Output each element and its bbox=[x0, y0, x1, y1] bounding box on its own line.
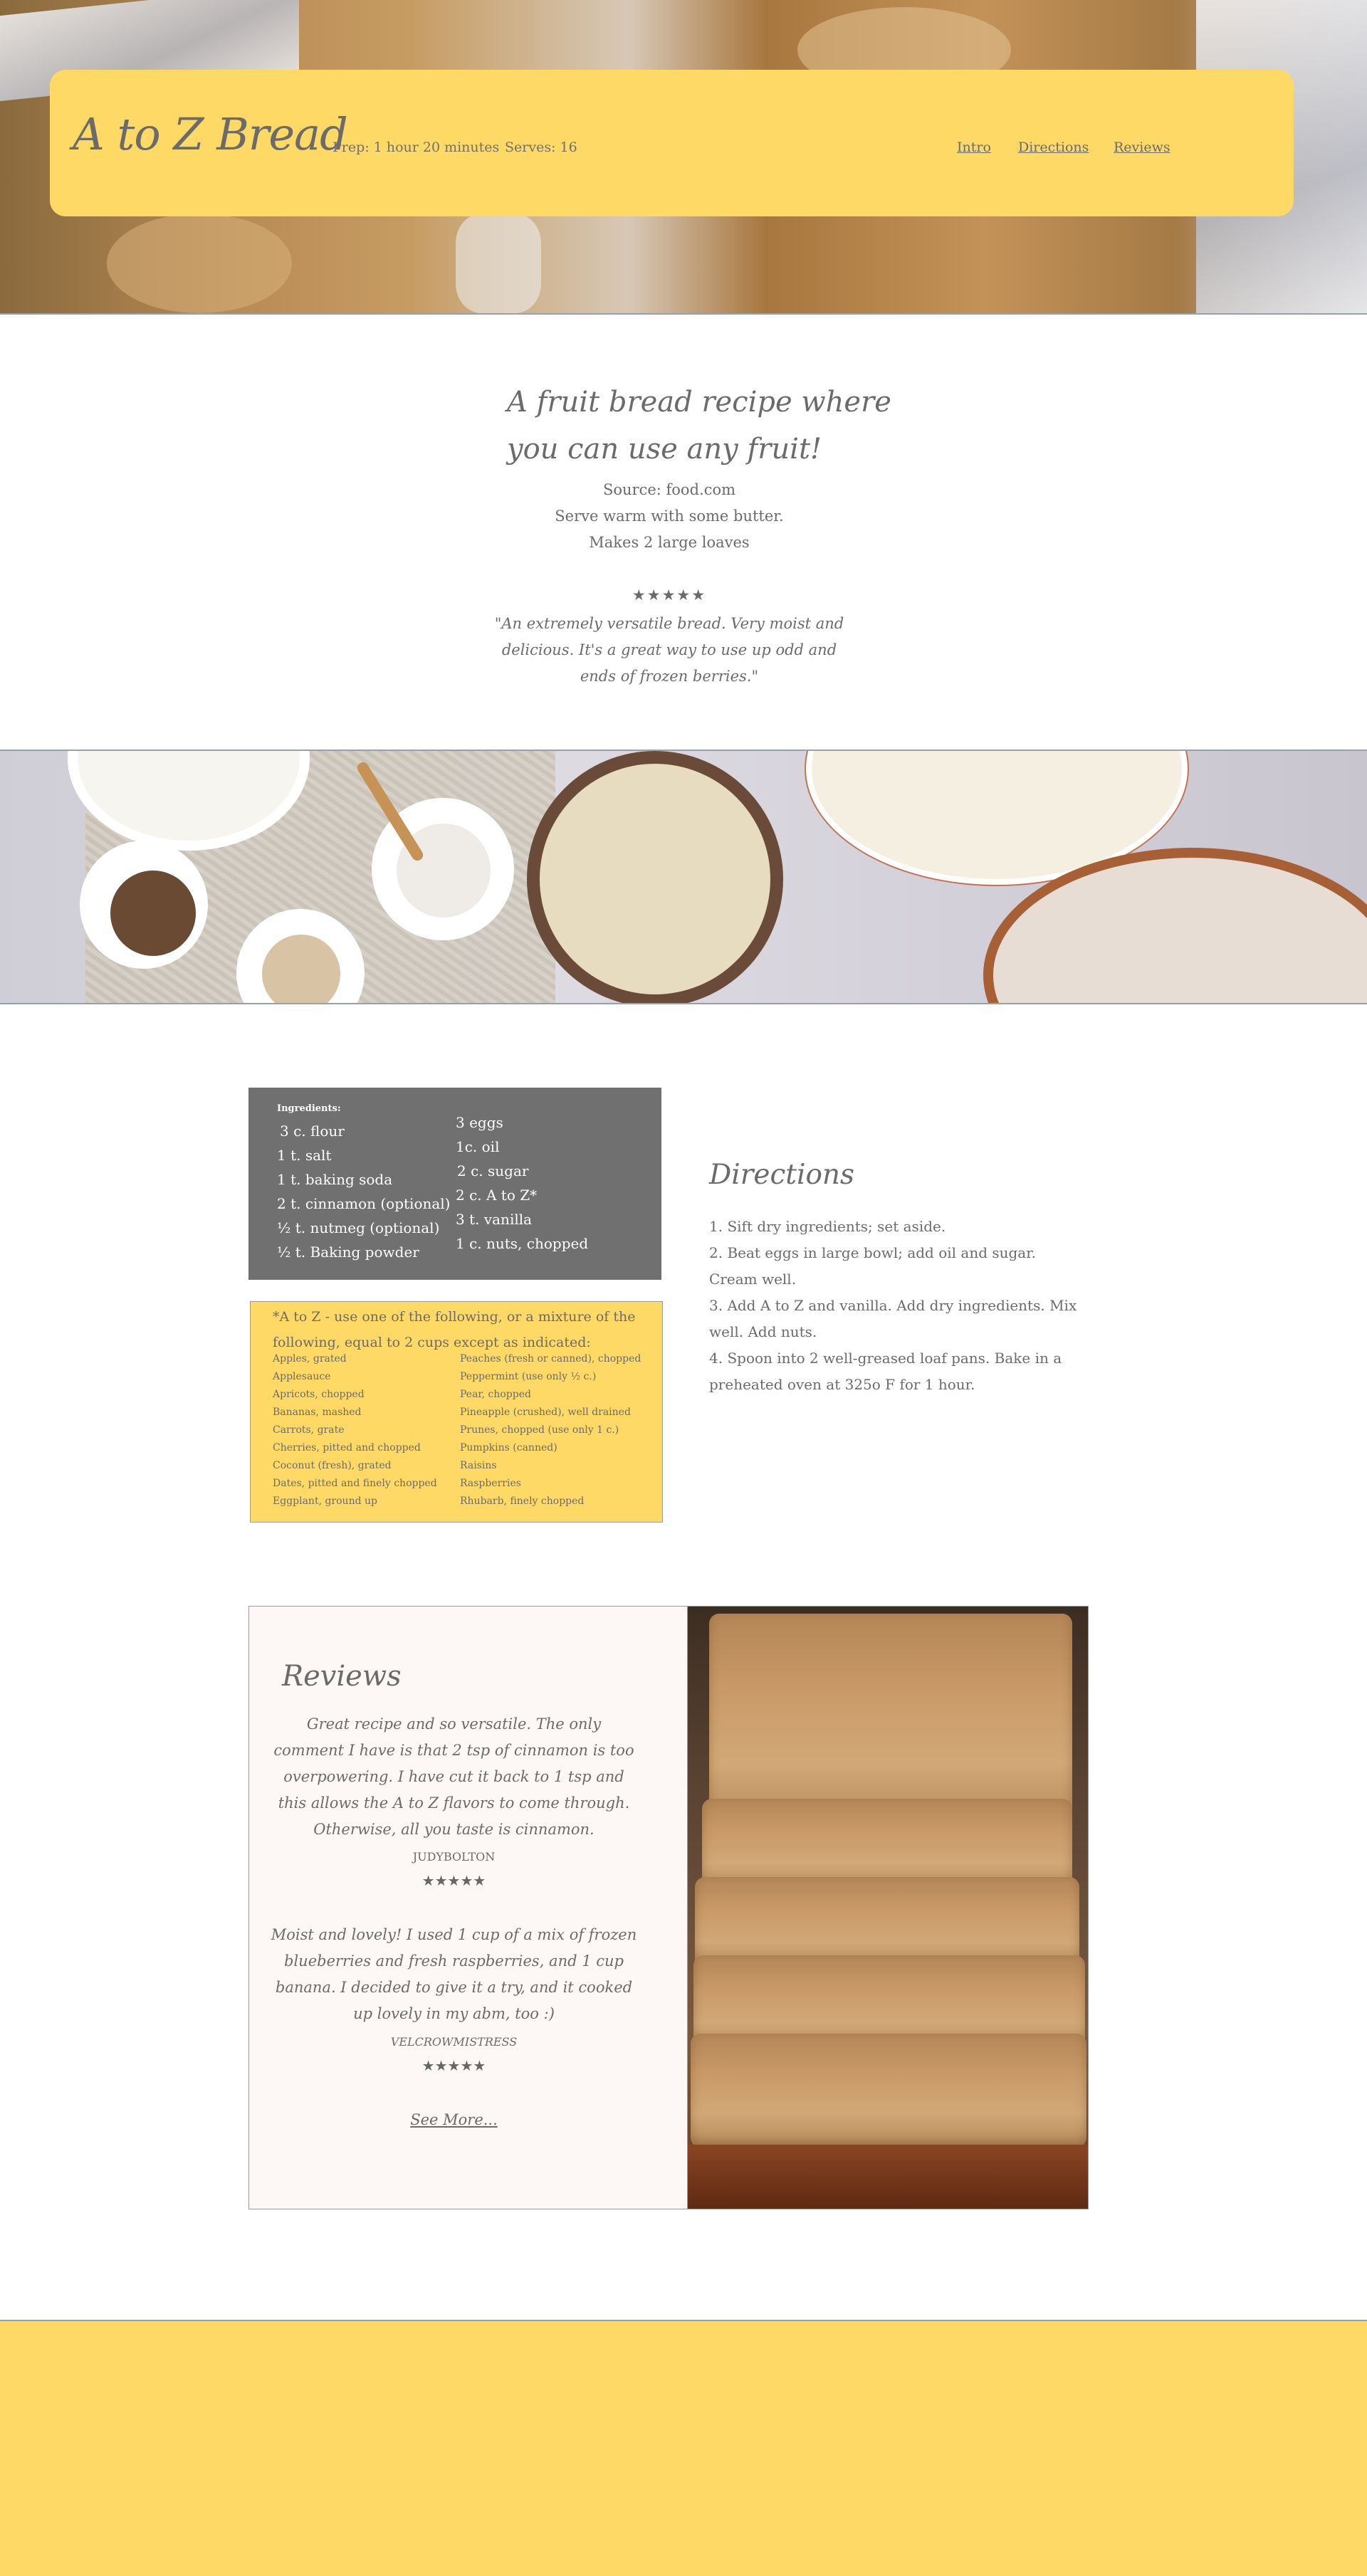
nav-directions-link[interactable]: Directions bbox=[1018, 140, 1089, 155]
ingredient-item: 2 c. sugar bbox=[457, 1162, 529, 1179]
review-author: JUDYBOLTON bbox=[412, 1850, 496, 1863]
review-stars: ★★★★★ bbox=[421, 1872, 486, 1889]
ingredient-item: 3 c. flour bbox=[280, 1123, 345, 1140]
site-title: A to Z Bread bbox=[73, 108, 348, 160]
direction-step: 2. Beat eggs in large bowl; add oil and … bbox=[709, 1244, 1036, 1288]
review-text: Great recipe and so versatile. The only … bbox=[273, 1715, 634, 1838]
fruit-option: Raspberries bbox=[460, 1478, 521, 1489]
bread-slice bbox=[691, 2034, 1086, 2147]
whole-wheat-flour-bowl bbox=[993, 858, 1367, 1003]
review-author: VELCROWMISTRESS bbox=[390, 2035, 518, 2049]
ingredient-item: ½ t. Baking powder bbox=[277, 1244, 419, 1261]
ingredients-bowls-image bbox=[0, 750, 1367, 1004]
fruit-option: Applesauce bbox=[273, 1371, 331, 1382]
fruit-option: Apples, grated bbox=[273, 1353, 347, 1365]
prep-time: Prep: 1 hour 20 minutes bbox=[332, 140, 500, 155]
batter bbox=[540, 764, 770, 994]
nav-reviews-link[interactable]: Reviews bbox=[1114, 140, 1170, 155]
ingredient-item: 1 t. baking soda bbox=[277, 1171, 393, 1188]
footer bbox=[0, 2320, 1367, 2576]
direction-step: 1. Sift dry ingredients; set aside. bbox=[709, 1218, 946, 1235]
fruit-option: Cherries, pitted and chopped bbox=[273, 1442, 421, 1453]
fruit-option: Apricots, chopped bbox=[273, 1389, 365, 1400]
caraway-seeds bbox=[110, 871, 196, 956]
intro-quote: "An extremely versatile bread. Very mois… bbox=[494, 615, 844, 685]
fruit-option: Carrots, grate bbox=[273, 1424, 345, 1436]
ingredient-item: 2 t. cinnamon (optional) bbox=[277, 1195, 451, 1212]
directions-heading: Directions bbox=[709, 1159, 855, 1191]
fruit-option: Peppermint (use only ½ c.) bbox=[460, 1371, 597, 1382]
fruit-option: Prunes, chopped (use only 1 c.) bbox=[460, 1424, 619, 1436]
fruit-option: Pineapple (crushed), well drained bbox=[460, 1407, 631, 1418]
intro-heading-line: A fruit bread recipe where bbox=[507, 386, 891, 419]
intro-heading: A fruit bread recipe where you can use a… bbox=[507, 379, 906, 473]
ingredient-item: 3 eggs bbox=[456, 1114, 503, 1131]
direction-step: 4. Spoon into 2 well-greased loaf pans. … bbox=[709, 1350, 1062, 1393]
a-to-z-intro: *A to Z - use one of the following, or a… bbox=[273, 1309, 636, 1350]
see-more-reviews-link[interactable]: See More... bbox=[271, 2111, 637, 2128]
serving-suggestion: Serve warm with some butter. bbox=[555, 508, 784, 525]
fruit-option: Raisins bbox=[460, 1460, 497, 1471]
fruit-option: Eggplant, ground up bbox=[273, 1495, 377, 1507]
review-stars: ★★★★★ bbox=[421, 2057, 486, 2074]
flour-bowl bbox=[812, 751, 1182, 879]
bread-loaf bbox=[709, 1614, 1072, 1827]
fruit-option: Coconut (fresh), grated bbox=[273, 1460, 392, 1471]
review-text: Moist and lovely! I used 1 cup of a mix … bbox=[271, 1926, 637, 2022]
ingredient-item: 1 c. nuts, chopped bbox=[456, 1235, 589, 1252]
ingredient-item: 1 t. salt bbox=[277, 1147, 332, 1164]
star-rating: ★★★★★ bbox=[632, 587, 707, 604]
ingredient-item: 3 t. vanilla bbox=[456, 1211, 533, 1228]
cutting-board bbox=[688, 2145, 1088, 2209]
reviews-heading: Reviews bbox=[282, 1660, 402, 1693]
foil-decoration bbox=[456, 214, 541, 313]
ingredient-item: 2 c. A to Z* bbox=[456, 1187, 538, 1204]
nav-intro-link[interactable]: Intro bbox=[957, 140, 991, 155]
fruit-option: Pear, chopped bbox=[460, 1389, 531, 1400]
ingredients-title: Ingredients: bbox=[277, 1103, 341, 1114]
fruit-option: Pumpkins (canned) bbox=[460, 1442, 557, 1453]
ingredient-item: 1c. oil bbox=[456, 1138, 500, 1155]
bread-crumb-texture bbox=[107, 214, 292, 313]
direction-step: 3. Add A to Z and vanilla. Add dry ingre… bbox=[709, 1297, 1077, 1340]
intro-heading-line: you can use any fruit! bbox=[507, 433, 822, 466]
fruit-option: Dates, pitted and finely chopped bbox=[273, 1478, 437, 1489]
yield: Makes 2 large loaves bbox=[589, 534, 750, 551]
fruit-option: Rhubarb, finely chopped bbox=[460, 1495, 585, 1507]
ingredient-item: ½ t. nutmeg (optional) bbox=[277, 1219, 440, 1236]
sliced-bread-image bbox=[687, 1606, 1089, 2209]
serves-count: Serves: 16 bbox=[505, 140, 577, 155]
fruit-option: Peaches (fresh or canned), chopped bbox=[460, 1353, 641, 1365]
recipe-source: Source: food.com bbox=[602, 481, 736, 498]
fruit-option: Bananas, mashed bbox=[273, 1407, 362, 1418]
directions-list: 1. Sift dry ingredients; set aside. 2. B… bbox=[709, 1214, 1079, 1398]
